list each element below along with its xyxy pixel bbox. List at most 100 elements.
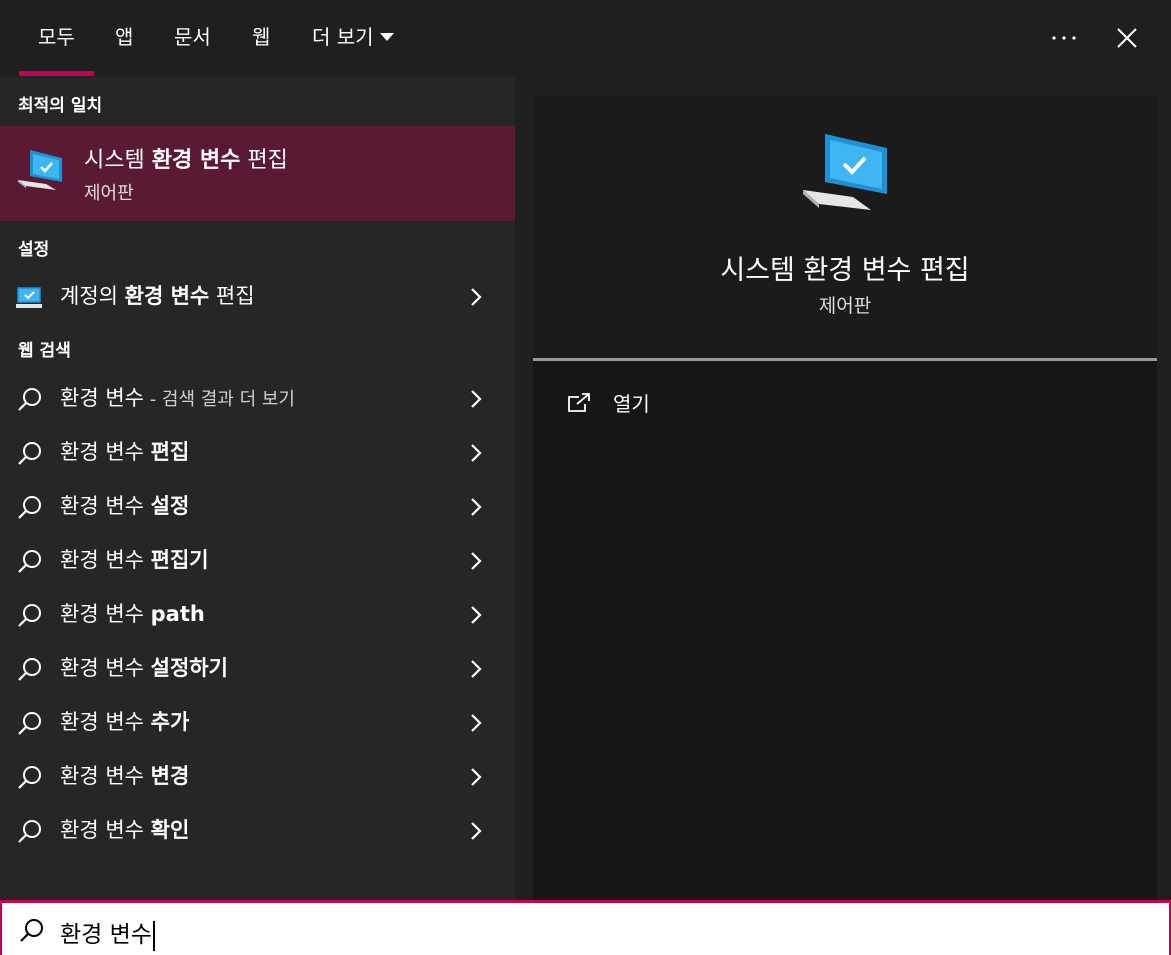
web-search-item[interactable]: 환경 변수 편집 [0,427,515,479]
tab-more[interactable]: 더 보기 [312,22,394,52]
chevron-right-icon [471,444,482,462]
settings-item[interactable]: 계정의 환경 변수 편집 [0,271,515,323]
search-input[interactable]: 환경 변수 [60,915,155,951]
web-search-item-plain: 환경 변수 [60,656,151,680]
text-caret [152,920,155,951]
preview-pane: 시스템 환경 변수 편집 제어판 열기 [515,77,1171,900]
web-search-item[interactable]: 환경 변수 추가 [0,697,515,749]
chevron-right-icon [471,288,482,306]
web-search-item-bold: path [150,602,205,626]
web-search-item-label: 환경 변수 편집기 [60,546,209,576]
search-input-value: 환경 변수 [60,922,152,948]
best-match-header: 최적의 일치 [18,96,103,116]
open-external-icon [568,393,590,412]
preview-card: 시스템 환경 변수 편집 제어판 열기 [533,96,1157,900]
settings-item-plain: 계정의 [60,284,125,308]
web-search-item[interactable]: 환경 변수 설정하기 [0,643,515,695]
chevron-right-icon [471,606,482,624]
web-search-item[interactable]: 환경 변수 설정 [0,481,515,533]
web-search-item-label: 환경 변수 편집 [60,438,189,468]
web-search-item-bold: 설정 [150,494,190,518]
web-search-item-bold: 확인 [150,818,190,842]
chevron-right-icon [471,660,482,678]
best-match-result[interactable]: 시스템 환경 변수 편집 제어판 [0,126,515,221]
best-match-title: 시스템 환경 변수 편집 [84,142,288,174]
caret-down-icon [379,32,394,41]
best-match-subtitle: 제어판 [84,183,134,204]
web-search-item-hint: - 검색 결과 더 보기 [143,389,295,410]
search-icon [20,919,43,942]
tab-all[interactable]: 모두 [38,22,75,52]
settings-header: 설정 [18,240,50,260]
search-icon [18,658,41,681]
web-search-item-plain: 환경 변수 [60,764,151,788]
tab-web[interactable]: 웹 [252,22,270,52]
web-search-item-bold: 변경 [150,764,190,788]
search-icon [18,388,41,411]
search-icon [18,604,41,627]
monitor-icon [803,134,887,210]
web-search-item-bold: 편집 [150,440,190,464]
settings-item-bold: 환경 변수 [124,284,210,308]
more-options-button[interactable] [1046,22,1082,52]
web-search-item-plain: 환경 변수 [60,494,151,518]
search-icon [18,442,41,465]
web-search-item-label: 환경 변수 path [60,600,205,630]
web-search-item-label: 환경 변수 설정 [60,492,189,522]
settings-item-rest: 편집 [209,284,255,308]
chevron-right-icon [471,498,482,516]
best-match-title-plain: 시스템 [84,148,152,173]
open-action[interactable]: 열기 [551,382,771,418]
search-icon [18,820,41,843]
preview-divider [533,358,1157,361]
active-tab-indicator [19,71,94,76]
close-button[interactable] [1111,22,1143,54]
web-search-item-label: 환경 변수 변경 [60,762,189,792]
preview-header: 시스템 환경 변수 편집 제어판 [533,96,1157,358]
preview-title: 시스템 환경 변수 편집 [720,255,970,286]
web-search-item-bold: 설정하기 [150,656,228,680]
web-search-item-plain: 환경 변수 [60,548,151,572]
tab-apps[interactable]: 앱 [115,22,133,52]
search-filter-bar: 모두 앱 문서 웹 더 보기 [0,0,1171,77]
web-search-item-bold: 편집기 [150,548,209,572]
tab-documents[interactable]: 문서 [174,22,211,52]
web-search-item-label: 환경 변수 설정하기 [60,654,228,684]
monitor-icon [16,287,42,308]
chevron-right-icon [471,390,482,408]
web-search-item[interactable]: 환경 변수 편집기 [0,535,515,587]
results-list: 최적의 일치 시스템 환경 변수 편집 제어판 설정 계정의 환경 변수 편집 … [0,77,515,900]
preview-subtitle: 제어판 [818,295,872,317]
web-search-item[interactable]: 환경 변수 - 검색 결과 더 보기 [0,373,515,425]
web-search-item-plain: 환경 변수 [60,440,151,464]
open-action-label: 열기 [613,392,650,416]
web-search-item-plain: 환경 변수 [60,602,151,626]
web-search-item[interactable]: 환경 변수 path [0,589,515,641]
web-search-item-plain: 환경 변수 [60,710,151,734]
search-box[interactable]: 환경 변수 [0,900,1171,955]
web-search-item-label: 환경 변수 - 검색 결과 더 보기 [60,384,295,414]
chevron-right-icon [471,768,482,786]
web-search-header: 웹 검색 [18,341,71,361]
search-icon [18,712,41,735]
search-icon [18,766,41,789]
web-search-item-label: 환경 변수 추가 [60,708,189,738]
tab-more-label: 더 보기 [312,25,374,49]
web-search-item-label: 환경 변수 확인 [60,816,189,846]
web-search-item-plain: 환경 변수 [60,818,151,842]
ellipsis-icon [1052,36,1076,40]
chevron-right-icon [471,822,482,840]
close-icon [1117,28,1137,48]
chevron-right-icon [471,552,482,570]
best-match-title-bold: 환경 변수 [151,148,241,173]
web-search-item-plain: 환경 변수 [60,386,144,410]
search-icon [18,550,41,573]
monitor-icon [18,150,62,190]
chevron-right-icon [471,714,482,732]
web-search-item[interactable]: 환경 변수 변경 [0,751,515,803]
best-match-title-rest: 편집 [240,148,288,173]
search-icon [18,496,41,519]
web-search-item[interactable]: 환경 변수 확인 [0,805,515,857]
settings-item-label: 계정의 환경 변수 편집 [60,282,255,310]
web-search-item-bold: 추가 [150,710,190,734]
